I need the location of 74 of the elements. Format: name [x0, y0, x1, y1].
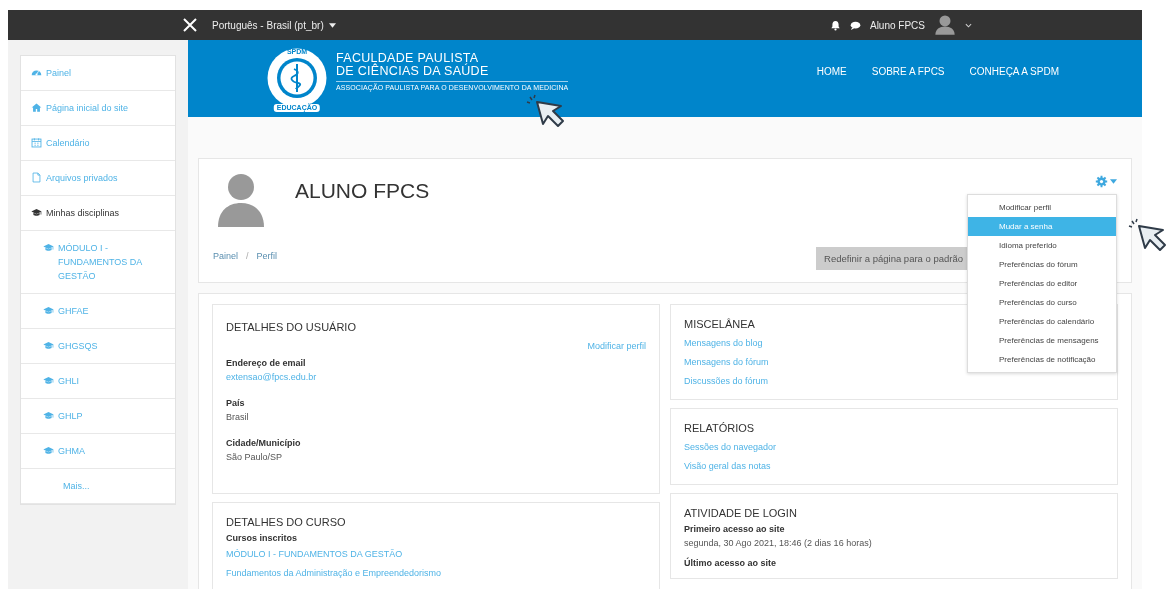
dashboard-icon — [31, 67, 42, 78]
section-title: MISCELÂNEA — [684, 318, 755, 330]
profile-name: ALUNO FPCS — [295, 179, 430, 203]
graduation-cap-icon — [43, 340, 54, 351]
field-label: Cidade/Município — [226, 437, 302, 450]
breadcrumb-link[interactable]: Painel — [213, 251, 239, 261]
graduation-cap-icon — [31, 207, 42, 218]
breadcrumb-link[interactable]: Perfil — [256, 251, 278, 261]
graduation-cap-icon — [43, 305, 54, 316]
email-link[interactable]: extensao@fpcs.edu.br — [226, 370, 646, 385]
calendar-icon — [31, 137, 42, 148]
sidebar-link[interactable]: Minhas disciplinas — [46, 206, 120, 220]
home-icon — [31, 102, 42, 113]
section-link[interactable]: Visão geral das notas — [684, 457, 1104, 476]
menu-item[interactable]: Preferências do calendário — [968, 312, 1116, 331]
sidebar-link[interactable]: GHMA — [58, 444, 85, 458]
field-label: Primeiro acesso ao site — [684, 523, 786, 536]
field-value: São Paulo/SP — [226, 451, 284, 464]
file-icon — [31, 172, 42, 183]
sidebar-link[interactable]: Calendário — [46, 136, 90, 150]
nav-link[interactable]: CONHEÇA A SPDM — [969, 66, 1059, 77]
sidebar-link[interactable]: Mais... — [63, 479, 90, 493]
menu-item[interactable]: Preferências de mensagens — [968, 331, 1116, 350]
menu-item[interactable]: Preferências do curso — [968, 293, 1116, 312]
close-icon[interactable] — [182, 17, 198, 33]
field-value: segunda, 30 Ago 2021, 18:46 (2 dias 16 horas) — [684, 537, 873, 550]
bell-icon — [829, 19, 841, 31]
sidebar-link[interactable]: GHLI — [58, 374, 79, 388]
site-title: FACULDADE PAULISTA — [336, 52, 479, 65]
section-link[interactable]: Discussões do fórum — [684, 372, 1104, 391]
language-menu[interactable]: Português - Brasil (pt_br) — [212, 19, 324, 31]
menu-item[interactable]: Idioma preferido — [968, 236, 1116, 255]
sidebar-link[interactable]: GHLP — [58, 409, 83, 423]
section-title: RELATÓRIOS — [684, 422, 755, 434]
graduation-cap-icon — [43, 375, 54, 386]
section-title: ATIVIDADE DE LOGIN — [684, 507, 797, 519]
section-link[interactable]: Sessões do navegador — [684, 438, 1104, 457]
field-value: Brasil — [226, 411, 250, 424]
sidebar-link[interactable]: Página inicial do site — [46, 101, 129, 115]
menu-item[interactable]: Preferências do fórum — [968, 255, 1116, 274]
nav-link[interactable]: SOBRE A FPCS — [871, 66, 945, 77]
site-title: DE CIÊNCIAS DA SAÚDE — [336, 65, 490, 78]
user-name[interactable]: Aluno FPCS — [869, 19, 925, 31]
field-label: Cursos inscritos — [226, 532, 299, 545]
sidebar-link[interactable]: Arquivos privados — [46, 171, 118, 185]
chevron-down-icon — [965, 22, 972, 28]
menu-item[interactable]: Mudar a senha — [968, 217, 1116, 236]
avatar-icon — [934, 14, 956, 36]
sidebar-link[interactable]: GHFAE — [58, 304, 89, 318]
menu-item[interactable]: Preferências de notificação — [968, 350, 1116, 369]
settings-menu-button[interactable] — [1095, 175, 1117, 188]
chat-icon — [849, 19, 861, 31]
caret-icon — [328, 22, 336, 28]
edit-profile-link[interactable]: Modificar perfil — [587, 341, 646, 351]
sidebar-link[interactable]: MÓDULO I - FUNDAMENTOS DA GESTÃO — [58, 241, 165, 283]
sidebar-link[interactable]: Painel — [46, 66, 72, 80]
field-label: País — [226, 397, 246, 410]
section-title: DETALHES DO CURSO — [226, 516, 346, 528]
breadcrumb-separator: / — [246, 251, 249, 261]
menu-item[interactable]: Preferências do editor — [968, 274, 1116, 293]
course-link[interactable]: MÓDULO I - FUNDAMENTOS DA GESTÃO — [226, 545, 646, 564]
menu-item[interactable]: Modificar perfil — [968, 198, 1116, 217]
caret-icon — [1110, 179, 1117, 184]
field-label: Endereço de email — [226, 357, 307, 370]
sidebar-link[interactable]: GHGSQS — [58, 339, 98, 353]
section-title: DETALHES DO USUÁRIO — [226, 321, 356, 333]
nav-link[interactable]: HOME — [816, 66, 847, 77]
course-link[interactable]: Fundamentos da Administração e Empreendedorismo — [226, 564, 646, 583]
reset-page-button[interactable]: Redefinir a página para o padrão — [816, 247, 969, 270]
graduation-cap-icon — [43, 410, 54, 421]
graduation-cap-icon — [43, 242, 54, 253]
field-label: Último acesso ao site — [684, 557, 778, 570]
settings-icon — [1095, 175, 1108, 188]
graduation-cap-icon — [43, 445, 54, 456]
